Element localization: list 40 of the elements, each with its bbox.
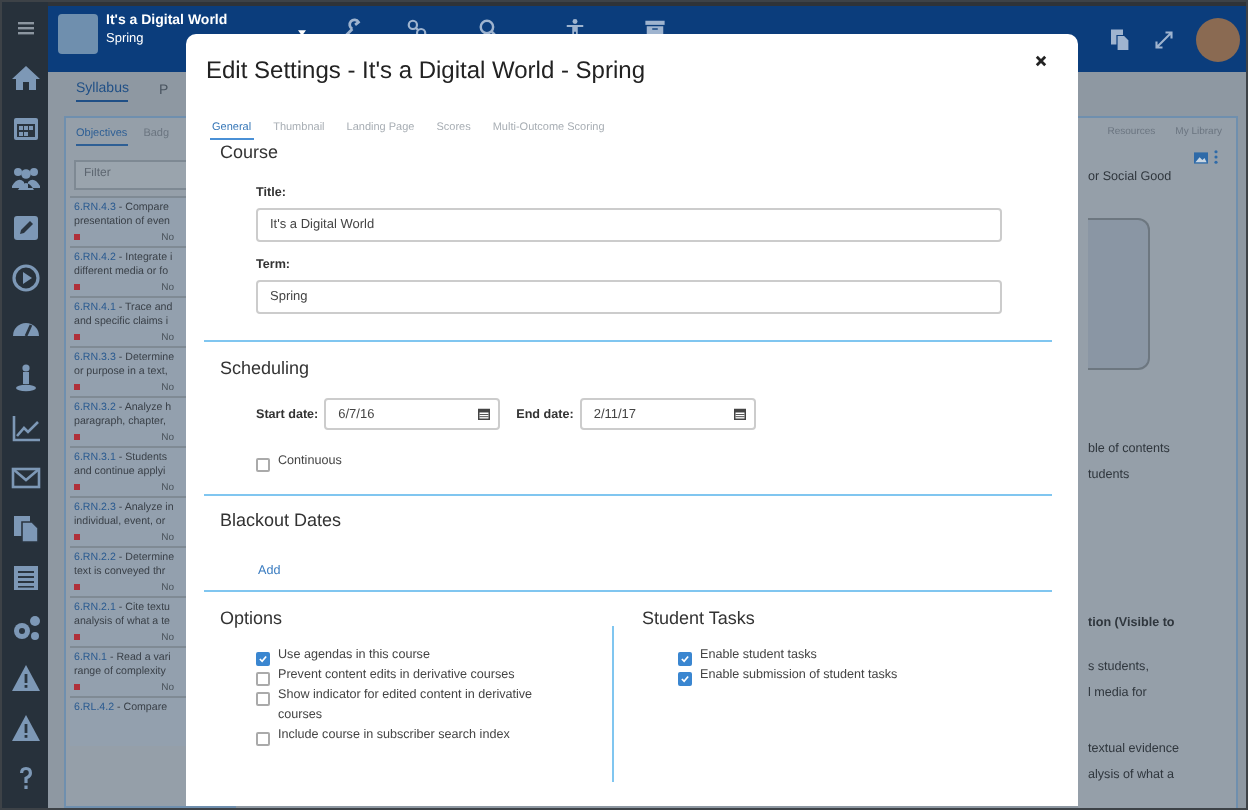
status-marker	[74, 334, 80, 340]
copy-icon[interactable]	[9, 512, 41, 544]
copy-icon[interactable]	[1108, 28, 1132, 52]
checkbox[interactable]	[256, 672, 270, 686]
mail-icon[interactable]	[9, 462, 41, 494]
pencil-icon[interactable]	[9, 212, 41, 244]
checkbox[interactable]	[256, 692, 270, 706]
calendar-icon[interactable]	[9, 112, 41, 144]
status-marker	[74, 234, 80, 240]
link-icon[interactable]	[406, 18, 428, 40]
image-icon[interactable]	[1194, 151, 1208, 163]
section-heading: Course	[220, 142, 281, 162]
calendar-icon[interactable]	[478, 408, 491, 420]
checkbox[interactable]	[678, 672, 692, 686]
warning-icon[interactable]	[9, 712, 41, 744]
line-chart-icon[interactable]	[9, 412, 41, 444]
status-marker	[74, 284, 80, 290]
status-marker	[74, 534, 80, 540]
settings-icon[interactable]	[9, 612, 41, 644]
home-icon[interactable]	[9, 62, 41, 94]
calendar-icon[interactable]	[733, 408, 746, 420]
status-marker	[74, 484, 80, 490]
status-marker	[74, 684, 80, 690]
play-icon[interactable]	[9, 262, 41, 294]
close-icon[interactable]	[1034, 53, 1048, 67]
dialog-title: Edit Settings - It's a Digital World - Spring	[206, 56, 645, 84]
people-icon[interactable]	[9, 162, 41, 194]
section-heading: Student Tasks	[642, 608, 757, 628]
checkbox[interactable]	[678, 652, 692, 666]
list-icon[interactable]	[9, 562, 41, 594]
warning-icon[interactable]	[9, 662, 41, 694]
checkbox[interactable]	[256, 732, 270, 746]
status-marker	[74, 434, 80, 440]
photo-placeholder	[58, 14, 98, 54]
checkbox[interactable]	[256, 652, 270, 666]
checkbox[interactable]	[256, 458, 270, 472]
status-marker	[74, 584, 80, 590]
expand-icon[interactable]	[1152, 28, 1176, 52]
status-marker	[74, 384, 80, 390]
status-marker	[74, 634, 80, 640]
